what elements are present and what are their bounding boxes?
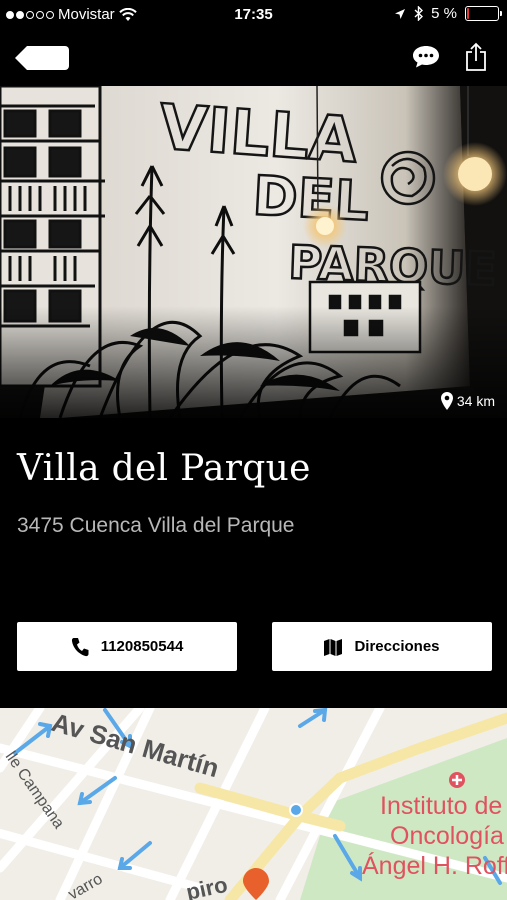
poi-label-line1: Instituto de	[380, 792, 502, 820]
nav-bar	[0, 30, 507, 86]
directions-button[interactable]: Direcciones	[272, 622, 492, 671]
chat-bubble-icon[interactable]	[411, 44, 441, 70]
mural-illustration: VILLA DEL PARQUE	[0, 86, 507, 418]
poi-marker[interactable]	[449, 772, 465, 788]
status-right: 5 %	[394, 5, 502, 22]
share-icon[interactable]	[465, 42, 487, 72]
battery-icon	[465, 6, 502, 21]
distance-badge: 34 km	[440, 392, 495, 410]
phone-icon	[71, 637, 89, 656]
directions-button-label: Direcciones	[354, 638, 440, 655]
call-button-label: 1120850544	[100, 638, 184, 655]
nav-actions	[411, 42, 487, 72]
place-address: 3475 Cuenca Villa del Parque	[17, 514, 295, 537]
map-icon	[324, 638, 343, 656]
location-arrow-icon	[395, 8, 406, 19]
battery-fill	[467, 8, 469, 19]
back-arrow-icon[interactable]	[15, 46, 69, 70]
map-view[interactable]: Av San Martín lle Campana varro piro Ins…	[0, 708, 507, 900]
place-title: Villa del Parque	[17, 448, 311, 489]
status-bar: Movistar 17:35 5 %	[0, 0, 507, 30]
call-button[interactable]: 1120850544	[17, 622, 237, 671]
poi-label-line2: Oncología	[390, 822, 504, 850]
hero-image: VILLA DEL PARQUE 34 km	[0, 86, 507, 418]
location-pin-icon	[440, 392, 453, 410]
battery-percent: 5 %	[431, 5, 457, 22]
bluetooth-icon	[414, 6, 424, 21]
transit-icon	[289, 803, 303, 817]
distance-value: 34 km	[456, 393, 495, 409]
poi-label-line3: Ángel H. Roffo	[362, 851, 507, 880]
map-canvas: Av San Martín lle Campana varro piro Ins…	[0, 708, 507, 900]
